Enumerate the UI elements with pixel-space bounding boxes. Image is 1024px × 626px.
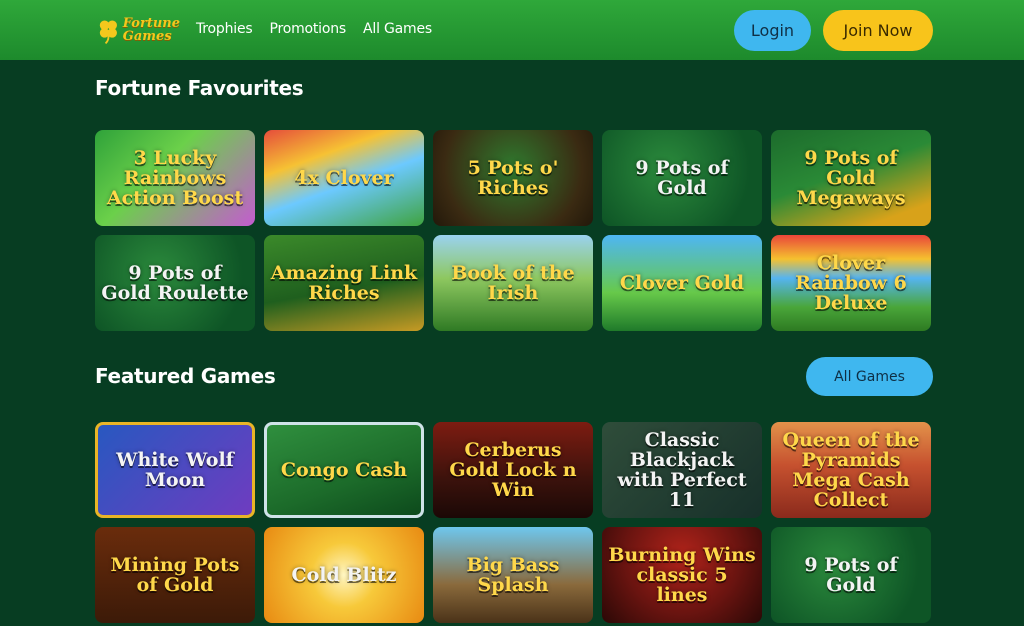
game-title: Queen of the Pyramids Mega Cash Collect [782, 429, 920, 511]
game-title: White Wolf Moon [116, 449, 234, 491]
game-title: Amazing Link Riches [270, 262, 418, 304]
nav-promotions[interactable]: Promotions [269, 21, 346, 37]
logo-line-2: Games [122, 29, 172, 44]
game-tile-9-pots-of-gold[interactable]: 9 Pots of Gold [602, 130, 762, 226]
game-tile-3-lucky-rainbows[interactable]: 3 Lucky Rainbows Action Boost [95, 130, 255, 226]
favourites-title: Fortune Favourites [95, 76, 304, 100]
top-header: Fortune Games Trophies Promotions All Ga… [0, 0, 1024, 60]
game-title: 9 Pots of Gold [804, 554, 898, 596]
nav-all-games[interactable]: All Games [363, 21, 432, 37]
game-title: 9 Pots of Gold Megaways [796, 147, 906, 209]
login-button[interactable]: Login [734, 10, 811, 51]
game-title: Book of the Irish [451, 262, 575, 304]
join-now-button[interactable]: Join Now [823, 10, 933, 51]
game-tile-amazing-link-riches[interactable]: Amazing Link Riches [264, 235, 424, 331]
game-tile-9-pots-of-gold-megaways[interactable]: 9 Pots of Gold Megaways [771, 130, 931, 226]
game-title: Cerberus Gold Lock n Win [449, 439, 577, 501]
clover-icon [99, 20, 117, 45]
game-tile-clover-gold[interactable]: Clover Gold [602, 235, 762, 331]
game-tile-queen-of-the-pyramids[interactable]: Queen of the Pyramids Mega Cash Collect [771, 422, 931, 518]
game-tile-4x-clover[interactable]: 4x Clover [264, 130, 424, 226]
game-title: 4x Clover [294, 167, 394, 189]
game-title: Classic Blackjack with Perfect 11 [617, 429, 747, 511]
game-tile-burning-wins[interactable]: Burning Wins classic 5 lines [602, 527, 762, 623]
game-title: 9 Pots of Gold [635, 157, 729, 199]
game-tile-mining-pots-of-gold[interactable]: Mining Pots of Gold [95, 527, 255, 623]
game-title: Clover Rainbow 6 Deluxe [795, 252, 907, 314]
game-tile-clover-rainbow[interactable]: Clover Rainbow 6 Deluxe [771, 235, 931, 331]
nav-trophies[interactable]: Trophies [196, 21, 253, 37]
game-tile-cold-blitz[interactable]: Cold Blitz [264, 527, 424, 623]
game-title: Big Bass Splash [466, 554, 560, 596]
game-tile-9-pots-of-gold-roulette[interactable]: 9 Pots of Gold Roulette [95, 235, 255, 331]
game-title: Burning Wins classic 5 lines [608, 544, 756, 606]
game-title: 3 Lucky Rainbows Action Boost [106, 147, 244, 209]
game-tile-big-bass-splash[interactable]: Big Bass Splash [433, 527, 593, 623]
game-title: Congo Cash [280, 459, 408, 481]
game-tile-congo-cash[interactable]: Congo Cash [264, 422, 424, 518]
game-tile-5-pots-o-riches[interactable]: 5 Pots o' Riches [433, 130, 593, 226]
game-tile-white-wolf-moon[interactable]: White Wolf Moon [95, 422, 255, 518]
game-tile-cerberus-gold[interactable]: Cerberus Gold Lock n Win [433, 422, 593, 518]
game-title: Clover Gold [619, 272, 745, 294]
featured-title: Featured Games [95, 364, 276, 388]
fortune-games-logo[interactable]: Fortune Games [96, 10, 180, 50]
game-tile-book-of-the-irish[interactable]: Book of the Irish [433, 235, 593, 331]
game-title: 5 Pots o' Riches [467, 157, 559, 199]
game-tile-classic-blackjack[interactable]: Classic Blackjack with Perfect 11 [602, 422, 762, 518]
game-tile-9-pots-of-gold-featured[interactable]: 9 Pots of Gold [771, 527, 931, 623]
all-games-button[interactable]: All Games [806, 357, 933, 396]
game-title: Mining Pots of Gold [110, 554, 240, 596]
main-nav: Trophies Promotions All Games [196, 21, 432, 37]
logo-text: Fortune Games [123, 17, 180, 43]
game-title: 9 Pots of Gold Roulette [101, 262, 249, 304]
game-title: Cold Blitz [291, 564, 397, 586]
